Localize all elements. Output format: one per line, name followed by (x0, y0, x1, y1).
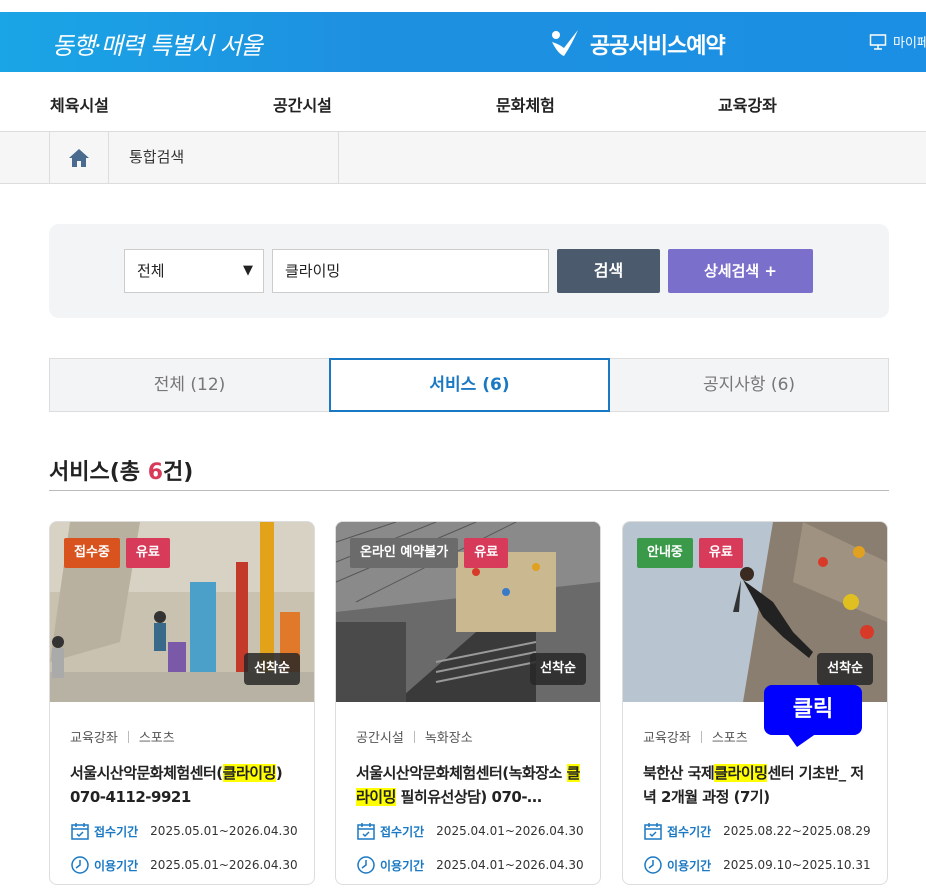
receipt-period: 2025.08.22~2025.08.29 (723, 824, 871, 838)
receipt-period: 2025.04.01~2026.04.30 (436, 824, 584, 838)
search-button[interactable]: 검색 (557, 249, 660, 293)
nav-space-facilities[interactable]: 공간시설 (273, 92, 332, 116)
callout-tail (787, 733, 817, 747)
tab-notices[interactable]: 공지사항 (6) (609, 358, 889, 412)
receipt-period: 2025.05.01~2026.04.30 (150, 824, 298, 838)
result-tabs: 전체 (12) 서비스 (6) 공지사항 (6) (49, 358, 889, 412)
section-title-suffix: 건) (163, 460, 194, 485)
logo-text: 공공서비스예약 (590, 34, 726, 59)
keyword-highlight: 클라이밍 (222, 764, 276, 782)
seoul-slogan: 동행·매력 특별시 서울 (52, 32, 263, 60)
service-card[interactable]: 접수중 유료 선착순 교육강좌 스포츠 서울시산악문화체험센터(클라이밍) 07… (49, 521, 315, 885)
fee-badge: 유료 (464, 538, 509, 568)
home-icon (69, 148, 89, 167)
breadcrumb-home[interactable] (49, 132, 109, 183)
clock-icon (71, 856, 89, 874)
tab-all[interactable]: 전체 (12) (49, 358, 330, 412)
receipt-period-row: 접수기간 2025.04.01~2026.04.30 (356, 821, 586, 841)
card-title[interactable]: 서울시산악문화체험센터(클라이밍) 070-4112-9921 (70, 761, 300, 809)
card-category: 교육강좌 (643, 731, 691, 746)
card-subcategory: 녹화장소 (424, 731, 473, 746)
fee-badge: 유료 (125, 538, 170, 568)
card-body: 교육강좌 스포츠 서울시산악문화체험센터(클라이밍) 070-4112-9921… (70, 727, 300, 875)
card-categories: 공간시설 녹화장소 (356, 727, 586, 746)
receipt-period-row: 접수기간 2025.05.01~2026.04.30 (70, 821, 300, 841)
order-badge: 선착순 (244, 653, 300, 685)
status-badges: 안내중 유료 (637, 538, 743, 568)
keyword-highlight: 클라이밍 (714, 764, 768, 782)
order-badge: 선착순 (530, 653, 586, 685)
nav-sports-facilities[interactable]: 체육시설 (50, 92, 109, 116)
receipt-label: 접수기간 (667, 824, 712, 839)
card-thumbnail: 접수중 유료 선착순 (50, 522, 314, 702)
tab-services[interactable]: 서비스 (6) (329, 358, 610, 412)
status-badge: 안내중 (637, 538, 693, 568)
use-period-row: 이용기간 2025.09.10~2025.10.31 (643, 855, 873, 875)
monitor-icon (869, 33, 887, 50)
search-panel: 전체 ▼ 클라이밍 검색 상세검색 + (49, 224, 889, 318)
mypage-link[interactable]: 마이페 (869, 32, 926, 51)
calendar-icon (357, 823, 375, 840)
card-title-text: 필히유선상담) 070-… (395, 788, 542, 806)
search-scope-value: 전체 (137, 262, 165, 280)
use-period: 2025.09.10~2025.10.31 (723, 858, 871, 872)
card-category: 공간시설 (356, 731, 404, 746)
section-count: 6 (147, 460, 163, 485)
use-period-row: 이용기간 2025.04.01~2026.04.30 (356, 855, 586, 875)
order-badge: 선착순 (817, 653, 873, 685)
section-divider (49, 490, 889, 491)
caret-down-icon: ▼ (243, 263, 253, 278)
card-title-text: 서울시산악문화체험센터( (70, 764, 223, 782)
card-title[interactable]: 북한산 국제클라이밍센터 기초반_ 저녁 2개월 과정 (7기) (643, 761, 873, 809)
use-label: 이용기간 (94, 858, 139, 873)
logo-icon (552, 30, 578, 56)
service-logo[interactable]: 공공서비스예약 (548, 26, 726, 62)
section-title: 서비스(총 6건) (49, 454, 193, 486)
search-scope-select[interactable]: 전체 ▼ (124, 249, 264, 293)
status-badges: 온라인 예약불가 유료 (350, 538, 509, 568)
category-divider (127, 730, 129, 743)
card-title-text: 북한산 국제 (643, 764, 715, 782)
main-navigation: 체육시설 공간시설 문화체험 교육강좌 (0, 72, 926, 132)
use-label: 이용기간 (380, 858, 425, 873)
card-category: 교육강좌 (70, 731, 118, 746)
breadcrumb: 통합검색 (0, 132, 926, 184)
clock-icon (357, 856, 375, 874)
click-callout: 클릭 (764, 685, 862, 735)
breadcrumb-current[interactable]: 통합검색 (109, 132, 339, 183)
receipt-label: 접수기간 (380, 824, 425, 839)
card-subcategory: 스포츠 (138, 731, 175, 746)
service-card[interactable]: 온라인 예약불가 유료 선착순 공간시설 녹화장소 서울시산악문화체험센터(녹화… (335, 521, 601, 885)
receipt-period-row: 접수기간 2025.08.22~2025.08.29 (643, 821, 873, 841)
advanced-search-button[interactable]: 상세검색 + (668, 249, 813, 293)
use-period: 2025.04.01~2026.04.30 (436, 858, 584, 872)
card-categories: 교육강좌 스포츠 (70, 727, 300, 746)
use-period: 2025.05.01~2026.04.30 (150, 858, 298, 872)
card-title-text: 서울시산악문화체험센터(녹화장소 (356, 764, 567, 782)
use-label: 이용기간 (667, 858, 712, 873)
card-body: 공간시설 녹화장소 서울시산악문화체험센터(녹화장소 클라이밍 필히유선상담) … (356, 727, 586, 875)
card-title[interactable]: 서울시산악문화체험센터(녹화장소 클라이밍 필히유선상담) 070-… (356, 761, 586, 809)
use-period-row: 이용기간 2025.05.01~2026.04.30 (70, 855, 300, 875)
section-title-prefix: 서비스(총 (49, 460, 148, 485)
card-thumbnail: 온라인 예약불가 유료 선착순 (336, 522, 600, 702)
category-divider (413, 730, 415, 743)
card-thumbnail: 안내중 유료 선착순 (623, 522, 887, 702)
card-body: 교육강좌 스포츠 북한산 국제클라이밍센터 기초반_ 저녁 2개월 과정 (7기… (643, 727, 873, 875)
category-divider (700, 730, 702, 743)
status-badge: 접수중 (64, 538, 120, 568)
fee-badge: 유료 (698, 538, 743, 568)
receipt-label: 접수기간 (94, 824, 139, 839)
status-badge: 온라인 예약불가 (350, 538, 459, 568)
mypage-label: 마이페 (893, 36, 926, 51)
top-banner: 동행·매력 특별시 서울 공공서비스예약 마이페 (0, 12, 926, 72)
nav-education-courses[interactable]: 교육강좌 (718, 92, 777, 116)
card-subcategory: 스포츠 (711, 731, 748, 746)
clock-icon (644, 856, 662, 874)
calendar-icon (71, 823, 89, 840)
nav-culture-experience[interactable]: 문화체험 (496, 92, 555, 116)
search-input[interactable]: 클라이밍 (272, 249, 549, 293)
status-badges: 접수중 유료 (64, 538, 170, 568)
calendar-icon (644, 823, 662, 840)
